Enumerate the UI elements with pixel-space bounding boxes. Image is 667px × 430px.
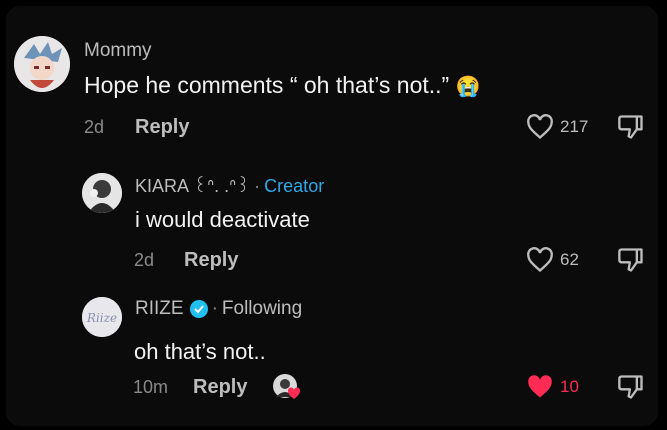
creator-avatar-heart-icon: [273, 374, 301, 399]
comment-username[interactable]: Mommy: [84, 40, 152, 62]
thumbs-down-icon[interactable]: [617, 373, 645, 401]
avatar-image: [82, 173, 122, 213]
comment-header: KIARA ꒰ᐢ. .ᐢ꒱ · Creator: [135, 174, 324, 197]
comment-time: 2d: [134, 250, 155, 270]
comment-username[interactable]: RIIZE: [135, 298, 184, 320]
avatar[interactable]: Riize: [82, 297, 122, 337]
like-button[interactable]: 10: [526, 374, 579, 400]
comment-time: 2d: [84, 117, 105, 137]
reply-button[interactable]: Reply: [184, 249, 238, 272]
comments-panel: [6, 6, 658, 426]
like-count: 217: [560, 117, 589, 136]
riize-logo: Riize: [82, 297, 122, 337]
creator-liked-badge: [272, 373, 302, 401]
separator-dot: ·: [254, 176, 261, 196]
heart-icon: [527, 114, 553, 140]
like-button[interactable]: 62: [526, 247, 579, 273]
following-label[interactable]: Following: [222, 298, 302, 320]
like-button[interactable]: 217: [526, 114, 588, 140]
heart-icon: [527, 247, 553, 273]
comment-header: RIIZE · Following: [135, 298, 302, 320]
avatar-image: [14, 36, 70, 92]
comment-text: oh that’s not..: [134, 339, 266, 364]
thumbs-down-icon[interactable]: [617, 246, 645, 274]
reply-button[interactable]: Reply: [193, 376, 247, 399]
comment-text-content: Hope he comments “ oh that’s not..”: [84, 72, 456, 98]
comment-username[interactable]: KIARA ꒰ᐢ. .ᐢ꒱: [135, 176, 250, 196]
creator-badge: Creator: [264, 176, 325, 196]
heart-filled-icon: [528, 375, 552, 398]
like-count: 62: [560, 250, 579, 269]
verified-icon: [189, 300, 208, 318]
avatar[interactable]: [14, 36, 70, 92]
reply-button[interactable]: Reply: [135, 116, 189, 139]
separator-dot: ·: [211, 298, 218, 319]
comment-text: Hope he comments “ oh that’s not..” 😭: [84, 72, 481, 99]
crying-emoji: 😭: [455, 76, 481, 98]
thumbs-down-icon[interactable]: [617, 113, 645, 141]
comment-time: 10m: [133, 377, 169, 397]
like-count: 10: [560, 377, 579, 396]
comment-text: i would deactivate: [135, 207, 310, 232]
svg-text:Riize: Riize: [86, 311, 117, 325]
avatar[interactable]: [82, 173, 122, 213]
